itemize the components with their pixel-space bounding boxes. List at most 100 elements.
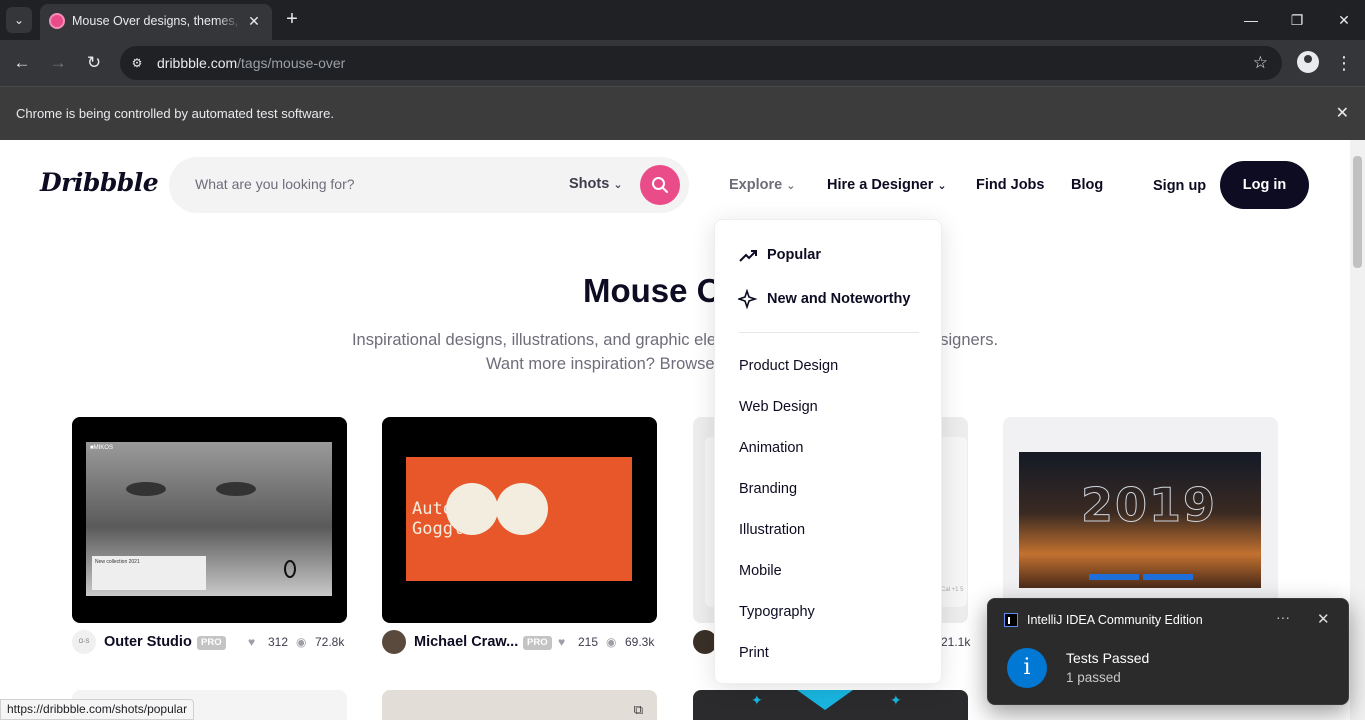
- search-scope-select[interactable]: Shots ⌄: [569, 176, 623, 192]
- shot-art-text: Autoperfect Goggles: [412, 499, 525, 539]
- avatar[interactable]: [382, 630, 406, 654]
- eye-shape: [126, 482, 166, 496]
- forward-button[interactable]: →: [44, 49, 72, 77]
- reload-button[interactable]: ↻: [80, 49, 108, 77]
- nav-explore-label: Explore: [729, 177, 783, 193]
- menu-item-print[interactable]: Print: [739, 645, 769, 661]
- shot-card[interactable]: 2019: [1003, 417, 1278, 623]
- eye-icon: ◉: [296, 635, 307, 649]
- triangle-shape: [797, 690, 853, 710]
- info-icon: i: [1007, 648, 1047, 688]
- trending-up-icon: [739, 250, 757, 262]
- nav-hire-designer[interactable]: Hire a Designer ⌄: [827, 177, 947, 193]
- url-text[interactable]: dribbble.com/tags/mouse-over: [157, 55, 345, 71]
- chevron-down-icon: ⌄: [786, 180, 796, 192]
- shot-card[interactable]: Autoperfect Goggles: [382, 417, 657, 623]
- avatar[interactable]: O-S: [72, 630, 96, 654]
- scrollbar-thumb[interactable]: [1353, 156, 1362, 268]
- link-status-bar: https://dribbble.com/shots/popular: [0, 699, 195, 720]
- shot-author[interactable]: Outer Studio: [104, 634, 192, 650]
- browser-menu-icon[interactable]: ⋮: [1334, 49, 1354, 77]
- shot-thumbnail-building: 2019: [1019, 452, 1261, 588]
- nav-hire-label: Hire a Designer: [827, 177, 934, 193]
- tab-title: Mouse Over designs, themes, templates an…: [72, 14, 242, 28]
- earring-shape: [284, 560, 296, 578]
- nav-find-jobs[interactable]: Find Jobs: [976, 177, 1044, 193]
- minimize-button[interactable]: —: [1236, 6, 1266, 34]
- toast-title: Tests Passed: [1066, 650, 1150, 666]
- toast-close-icon[interactable]: ✕: [1317, 610, 1330, 628]
- menu-item-branding[interactable]: Branding: [739, 481, 797, 497]
- address-bar[interactable]: ⚙ dribbble.com/tags/mouse-over ☆: [120, 46, 1282, 80]
- shot-partial-text: Cal +1 5: [941, 587, 964, 593]
- sparkle-icon: ✦: [890, 692, 902, 708]
- tab-close-icon[interactable]: ✕: [244, 11, 264, 31]
- menu-item-product-design[interactable]: Product Design: [739, 358, 838, 374]
- sparkles-icon: [738, 289, 758, 309]
- restore-button[interactable]: ❐: [1282, 6, 1312, 34]
- shot-thumbnail-orange: Autoperfect Goggles: [406, 457, 632, 581]
- infobar-close-icon[interactable]: ✕: [1336, 103, 1349, 123]
- shot-card[interactable]: ⧉: [382, 690, 657, 720]
- shot-thumbnail-portrait: ■MIKOS New collection 2021: [86, 442, 332, 596]
- url-path: /tags/mouse-over: [237, 55, 346, 71]
- pro-badge: PRO: [523, 636, 552, 650]
- shot-cta-bar: [1089, 574, 1139, 580]
- like-count: 215: [578, 635, 599, 649]
- search-button[interactable]: [640, 165, 680, 205]
- external-link-icon[interactable]: ⧉: [634, 702, 643, 718]
- menu-item-animation[interactable]: Animation: [739, 440, 803, 456]
- hero-subtitle: Inspirational designs, illustrations, an…: [351, 331, 999, 349]
- view-count: 69.3k: [625, 635, 655, 649]
- page-scrollbar[interactable]: [1350, 140, 1365, 720]
- chevron-down-icon: ⌄: [937, 180, 947, 192]
- search-bar: Shots ⌄: [169, 157, 689, 213]
- browser-toolbar: ← → ↻ ⚙ dribbble.com/tags/mouse-over ☆ ⋮: [0, 40, 1365, 86]
- shot-card[interactable]: ■MIKOS New collection 2021: [72, 417, 347, 623]
- art-line-1: Autoperfect: [412, 499, 525, 519]
- sparkle-icon: ✦: [751, 692, 763, 708]
- back-button[interactable]: ←: [8, 49, 36, 77]
- shot-mock-caption: New collection 2021: [92, 556, 206, 590]
- menu-item-mobile[interactable]: Mobile: [739, 563, 782, 579]
- heart-icon[interactable]: ♥: [248, 635, 255, 649]
- shot-card[interactable]: ✦ ✦: [693, 690, 968, 720]
- bookmark-star-icon[interactable]: ☆: [1253, 53, 1268, 73]
- sign-up-link[interactable]: Sign up: [1153, 178, 1206, 194]
- menu-item-typography[interactable]: Typography: [739, 604, 815, 620]
- more-options-icon[interactable]: ···: [1276, 609, 1290, 625]
- hero-subtitle-browse: Want more inspiration? Browse our search…: [485, 355, 865, 373]
- url-host: dribbble.com: [157, 55, 238, 71]
- toast-body: 1 passed: [1066, 670, 1121, 685]
- menu-item-web-design[interactable]: Web Design: [739, 399, 818, 415]
- menu-item-illustration[interactable]: Illustration: [739, 522, 805, 538]
- search-icon: [652, 177, 668, 193]
- browser-tab-active[interactable]: Mouse Over designs, themes, templates an…: [40, 4, 272, 40]
- heart-icon[interactable]: ♥: [558, 635, 565, 649]
- explore-dropdown-menu: Popular New and Noteworthy Product Desig…: [714, 219, 942, 684]
- window-close-button[interactable]: ✕: [1329, 6, 1359, 34]
- tab-search-button[interactable]: ⌄: [6, 7, 32, 33]
- intellij-app-icon: [1004, 613, 1018, 627]
- like-count: 312: [268, 635, 289, 649]
- view-count: 72.8k: [315, 635, 345, 649]
- dribbble-logo[interactable]: Dribbble: [40, 168, 159, 197]
- nav-blog[interactable]: Blog: [1071, 177, 1103, 193]
- nav-explore[interactable]: Explore ⌄: [729, 177, 795, 193]
- shot-meta: Michael Craw... PRO ♥ 215 ◉ 69.3k: [382, 630, 657, 654]
- chevron-down-icon: ⌄: [613, 179, 623, 191]
- shot-year-art: 2019: [1080, 478, 1218, 533]
- site-info-icon[interactable]: ⚙: [128, 54, 146, 72]
- profile-icon[interactable]: [1297, 51, 1319, 73]
- art-line-2: Goggles: [412, 519, 484, 539]
- menu-item-popular[interactable]: Popular: [767, 247, 821, 263]
- shot-author[interactable]: Michael Craw...: [414, 634, 518, 650]
- log-in-button[interactable]: Log in: [1220, 161, 1309, 209]
- search-input[interactable]: [195, 176, 495, 192]
- new-tab-button[interactable]: +: [281, 8, 303, 30]
- menu-item-new-noteworthy[interactable]: New and Noteworthy: [767, 291, 910, 307]
- shot-brand: ■MIKOS: [90, 445, 113, 451]
- test-notification-toast[interactable]: IntelliJ IDEA Community Edition ··· ✕ i …: [987, 598, 1349, 705]
- automation-infobar: Chrome is being controlled by automated …: [0, 86, 1365, 140]
- eye-shape: [216, 482, 256, 496]
